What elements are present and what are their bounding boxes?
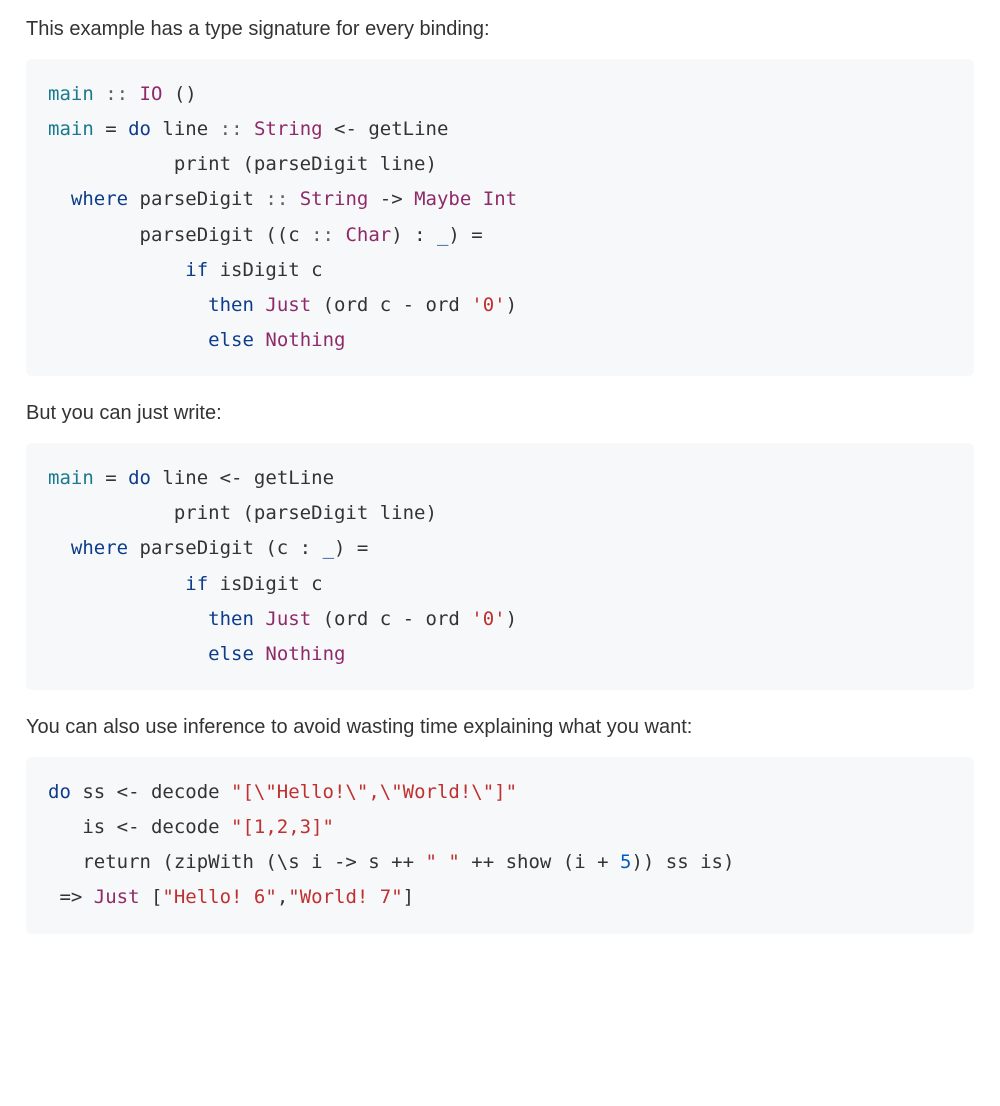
code-token: parseDigit ((c (48, 224, 311, 246)
document-page: This example has a type signature for ev… (0, 0, 1000, 974)
code-token: "Hello! 6" (162, 886, 276, 908)
code-token: IO (140, 83, 163, 105)
code-token (254, 643, 265, 665)
code-token: )) ss is) (631, 851, 734, 873)
code-token: :: (311, 224, 345, 246)
code-token: return (zipWith (\s i -> s ++ (48, 851, 426, 873)
intro-paragraph-2: But you can just write: (26, 398, 974, 429)
code-token (254, 329, 265, 351)
code-token: do (128, 118, 151, 140)
code-token: "[\"Hello!\",\"World!\"]" (231, 781, 517, 803)
code-token (48, 329, 208, 351)
code-token (48, 608, 208, 630)
code-token: :: (265, 188, 299, 210)
code-token: ) = (334, 537, 368, 559)
code-token: <- getLine (323, 118, 449, 140)
code-token: parseDigit (128, 188, 265, 210)
code-token (254, 608, 265, 630)
code-token (48, 573, 185, 595)
code-token: '0' (471, 608, 505, 630)
code-token: "World! 7" (288, 886, 402, 908)
code-token: () (162, 83, 196, 105)
code-token: 5 (620, 851, 631, 873)
code-token: line (151, 118, 220, 140)
code-token: main (48, 83, 94, 105)
code-token: ++ show (i + (460, 851, 620, 873)
code-token: is <- decode (48, 816, 231, 838)
code-token (48, 643, 208, 665)
code-token: main (48, 118, 94, 140)
code-token: Nothing (265, 329, 345, 351)
code-token: String (300, 188, 369, 210)
code-token: Int (483, 188, 517, 210)
code-token: then (208, 294, 254, 316)
code-token: then (208, 608, 254, 630)
code-token: '0' (471, 294, 505, 316)
code-token: Just (265, 608, 311, 630)
code-block-3: do ss <- decode "[\"Hello!\",\"World!\"]… (26, 757, 974, 934)
code-token: ) = (448, 224, 482, 246)
code-token (471, 188, 482, 210)
code-token: => (48, 886, 94, 908)
code-token: Just (265, 294, 311, 316)
code-token: main (48, 467, 94, 489)
code-token: :: (220, 118, 254, 140)
code-token: = (94, 118, 128, 140)
code-token: String (254, 118, 323, 140)
code-token: :: (94, 83, 140, 105)
code-token: do (128, 467, 151, 489)
code-token: Nothing (265, 643, 345, 665)
code-token: Just (94, 886, 140, 908)
code-token: if (185, 259, 208, 281)
code-token: isDigit c (208, 259, 322, 281)
code-token (254, 294, 265, 316)
code-block-1: main :: IO () main = do line :: String <… (26, 59, 974, 376)
code-token: Char (345, 224, 391, 246)
code-token: ) (506, 294, 517, 316)
code-token: where (71, 537, 128, 559)
code-token: ] (403, 886, 414, 908)
code-token: _ (323, 537, 334, 559)
code-token (48, 294, 208, 316)
code-token (48, 188, 71, 210)
code-token: print (parseDigit line) (48, 502, 437, 524)
code-token: " " (426, 851, 460, 873)
code-token: ss <- decode (71, 781, 231, 803)
code-token (48, 259, 185, 281)
code-token: print (parseDigit line) (48, 153, 437, 175)
intro-paragraph-3: You can also use inference to avoid wast… (26, 712, 974, 743)
code-token: parseDigit (c : (128, 537, 322, 559)
code-token: "[1,2,3]" (231, 816, 334, 838)
code-token: Maybe (414, 188, 471, 210)
code-token: = (94, 467, 128, 489)
intro-paragraph-1: This example has a type signature for ev… (26, 14, 974, 45)
code-token: (ord c - ord (311, 294, 471, 316)
code-token: else (208, 643, 254, 665)
code-token: -> (368, 188, 414, 210)
code-token: ) : (391, 224, 437, 246)
code-token: (ord c - ord (311, 608, 471, 630)
code-block-2: main = do line <- getLine print (parseDi… (26, 443, 974, 690)
code-token: where (71, 188, 128, 210)
code-token (48, 537, 71, 559)
code-token: isDigit c (208, 573, 322, 595)
code-token: ) (506, 608, 517, 630)
code-token: [ (140, 886, 163, 908)
code-token: , (277, 886, 288, 908)
code-token: line <- getLine (151, 467, 334, 489)
code-token: _ (437, 224, 448, 246)
code-token: if (185, 573, 208, 595)
code-token: do (48, 781, 71, 803)
code-token: else (208, 329, 254, 351)
